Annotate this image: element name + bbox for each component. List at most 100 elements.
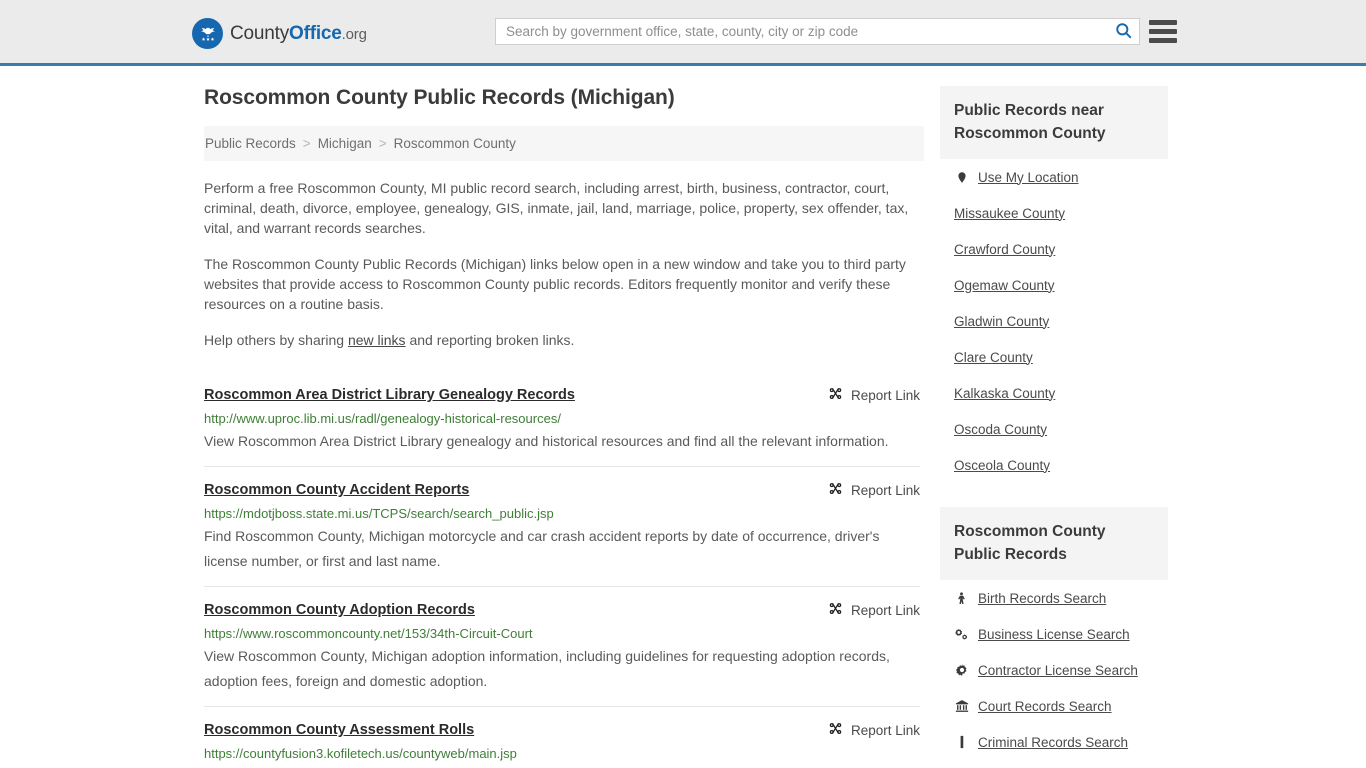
broken-link-icon — [828, 721, 843, 739]
logo-text-org: .org — [341, 25, 367, 43]
sidebar-nearby-item[interactable]: Crawford County — [940, 231, 1168, 267]
result-url[interactable]: https://countyfusion3.kofiletech.us/coun… — [204, 746, 920, 762]
search-icon — [1114, 21, 1133, 43]
broken-link-icon — [828, 481, 843, 499]
broken-link-icon — [828, 601, 843, 619]
result-item: Roscommon County Accident Reports Report … — [204, 466, 920, 586]
sidebar: Public Records near Roscommon County Use… — [940, 86, 1168, 760]
sidebar-nearby-link[interactable]: Use My Location — [978, 170, 1079, 185]
sidebar-nearby-link[interactable]: Kalkaska County — [954, 386, 1055, 401]
sidebar-records-item[interactable]: Criminal Records Search — [940, 724, 1168, 760]
intro-p3-before: Help others by sharing — [204, 332, 348, 348]
new-links-link[interactable]: new links — [348, 332, 406, 348]
sidebar-records-link[interactable]: Business License Search — [978, 627, 1130, 642]
report-link-button[interactable]: Report Link — [816, 481, 920, 499]
breadcrumb-separator: > — [302, 136, 311, 151]
sidebar-nearby-item[interactable]: Missaukee County — [940, 195, 1168, 231]
logo-text-county: County — [230, 22, 290, 44]
breadcrumb-item-current: Roscommon County — [393, 136, 516, 151]
sidebar-records-link[interactable]: Birth Records Search — [978, 591, 1106, 606]
logo-text-office: Office — [289, 22, 342, 44]
sidebar-nearby-item[interactable]: Gladwin County — [940, 303, 1168, 339]
result-header: Roscommon County Assessment Rolls Report … — [204, 721, 920, 739]
report-link-label: Report Link — [850, 722, 920, 738]
eagle-emblem-icon — [192, 18, 223, 49]
breadcrumb-item-public-records[interactable]: Public Records — [205, 136, 296, 151]
sidebar-nearby-item[interactable]: Ogemaw County — [940, 267, 1168, 303]
result-url[interactable]: https://mdotjboss.state.mi.us/TCPS/searc… — [204, 506, 920, 522]
menu-bar-2 — [1149, 28, 1177, 34]
sidebar-nearby-item[interactable]: Kalkaska County — [940, 375, 1168, 411]
page-title: Roscommon County Public Records (Michiga… — [204, 86, 675, 109]
result-url[interactable]: https://www.roscommoncounty.net/153/34th… — [204, 626, 920, 642]
menu-bar-1 — [1149, 19, 1177, 25]
site-logo[interactable]: CountyOffice.org — [192, 18, 367, 49]
result-title-link[interactable]: Roscommon County Assessment Rolls — [204, 721, 474, 739]
gavel-icon — [954, 735, 969, 749]
result-description: Search Roscommon County property assessm… — [204, 764, 920, 768]
sidebar-nearby-link[interactable]: Missaukee County — [954, 206, 1065, 221]
sidebar-nearby-link[interactable]: Oscoda County — [954, 422, 1047, 437]
broken-link-icon — [828, 386, 843, 404]
breadcrumb: Public Records > Michigan > Roscommon Co… — [204, 126, 924, 161]
sidebar-nearby-list: Use My Location Missaukee County Crawford … — [940, 159, 1168, 483]
report-link-label: Report Link — [850, 482, 920, 498]
gear-icon — [954, 663, 969, 677]
result-description: View Roscommon Area District Library gen… — [204, 433, 889, 449]
child-icon — [954, 591, 969, 606]
result-title-link[interactable]: Roscommon County Adoption Records — [204, 601, 475, 619]
sidebar-records-link[interactable]: Criminal Records Search — [978, 735, 1128, 750]
intro-text: Perform a free Roscommon County, MI publ… — [204, 178, 920, 350]
breadcrumb-separator: > — [378, 136, 387, 151]
sidebar-records-link[interactable]: Court Records Search — [978, 699, 1112, 714]
report-link-button[interactable]: Report Link — [816, 601, 920, 619]
intro-paragraph-3: Help others by sharing new links and rep… — [204, 330, 920, 350]
search-input[interactable] — [496, 19, 1107, 44]
search-button[interactable] — [1107, 19, 1139, 44]
sidebar-records-item[interactable]: Business License Search — [940, 616, 1168, 652]
result-item: Roscommon County Adoption Records Report … — [204, 586, 920, 706]
intro-paragraph-1: Perform a free Roscommon County, MI publ… — [204, 180, 909, 236]
sidebar-records-list: Birth Records Search Business License Sea… — [940, 580, 1168, 760]
sidebar-records-title: Roscommon County Public Records — [940, 507, 1168, 580]
sidebar-nearby-item[interactable]: Oscoda County — [940, 411, 1168, 447]
result-title-link[interactable]: Roscommon Area District Library Genealog… — [204, 386, 575, 404]
results-list: Roscommon Area District Library Genealog… — [204, 372, 920, 768]
result-header: Roscommon County Adoption Records Report … — [204, 601, 920, 619]
sidebar-nearby-item[interactable]: Osceola County — [940, 447, 1168, 483]
hamburger-menu-icon[interactable] — [1149, 16, 1177, 46]
sidebar-records-item[interactable]: Birth Records Search — [940, 580, 1168, 616]
report-link-button[interactable]: Report Link — [816, 386, 920, 404]
result-item: Roscommon County Assessment Rolls Report … — [204, 706, 920, 768]
sidebar-records-item[interactable]: Contractor License Search — [940, 652, 1168, 688]
result-title-link[interactable]: Roscommon County Accident Reports — [204, 481, 469, 499]
result-header: Roscommon Area District Library Genealog… — [204, 386, 920, 404]
sidebar-nearby-item[interactable]: Clare County — [940, 339, 1168, 375]
sidebar-nearby-title: Public Records near Roscommon County — [940, 86, 1168, 159]
sidebar-nearby-link[interactable]: Clare County — [954, 350, 1033, 365]
result-description: View Roscommon County, Michigan adoption… — [204, 648, 890, 689]
result-item: Roscommon Area District Library Genealog… — [204, 372, 920, 466]
sidebar-nearby-link[interactable]: Osceola County — [954, 458, 1050, 473]
sidebar-nearby-item[interactable]: Use My Location — [940, 159, 1168, 195]
breadcrumb-item-michigan[interactable]: Michigan — [318, 136, 372, 151]
search-bar — [495, 18, 1140, 45]
sidebar-nearby-link[interactable]: Ogemaw County — [954, 278, 1055, 293]
report-link-label: Report Link — [850, 387, 920, 403]
result-header: Roscommon County Accident Reports Report … — [204, 481, 920, 499]
map-pin-icon — [954, 170, 969, 185]
sidebar-nearby-link[interactable]: Gladwin County — [954, 314, 1049, 329]
bank-icon — [954, 699, 969, 713]
sidebar-records-link[interactable]: Contractor License Search — [978, 663, 1138, 678]
sidebar-records-section: Roscommon County Public Records Birth Re… — [940, 507, 1168, 760]
logo-text: CountyOffice.org — [230, 23, 367, 45]
intro-p3-after: and reporting broken links. — [405, 332, 575, 348]
intro-paragraph-2: The Roscommon County Public Records (Mic… — [204, 256, 906, 312]
sidebar-nearby-link[interactable]: Crawford County — [954, 242, 1055, 257]
sidebar-records-item[interactable]: Court Records Search — [940, 688, 1168, 724]
main-content: Roscommon County Public Records (Michiga… — [204, 86, 924, 768]
result-description: Find Roscommon County, Michigan motorcyc… — [204, 528, 880, 569]
result-url[interactable]: http://www.uproc.lib.mi.us/radl/genealog… — [204, 411, 920, 427]
report-link-button[interactable]: Report Link — [816, 721, 920, 739]
cogs-icon — [954, 627, 969, 641]
